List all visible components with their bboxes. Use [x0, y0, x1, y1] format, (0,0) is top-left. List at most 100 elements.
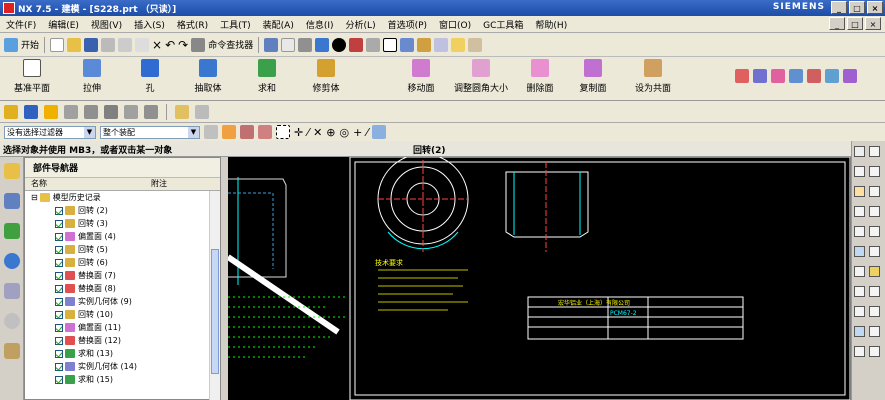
grey-tool-icon[interactable] [64, 104, 78, 119]
visibility-checkbox[interactable] [55, 258, 63, 267]
web-browser-icon[interactable] [3, 253, 20, 269]
assembly-navigator-icon[interactable] [3, 163, 20, 179]
sync-icon[interactable] [807, 69, 821, 83]
trim-body-button[interactable]: 修剪体 [296, 59, 356, 94]
move-face-button[interactable]: 移动面 [391, 59, 451, 94]
tree-root-model-history[interactable]: ⊟ 模型历史记录 [25, 191, 220, 204]
sync-icon[interactable] [735, 69, 749, 83]
render-style-icon[interactable] [298, 37, 313, 52]
grey-tool-icon[interactable] [124, 104, 138, 119]
tree-feature-item[interactable]: 偏置面 (11) [25, 321, 220, 334]
trim-icon[interactable] [854, 266, 865, 277]
column-note[interactable]: 附注 [145, 178, 167, 190]
visibility-checkbox[interactable] [55, 375, 63, 384]
grey-tool-icon[interactable] [144, 104, 158, 119]
visibility-checkbox[interactable] [55, 219, 63, 228]
dimension-icon[interactable] [869, 266, 880, 277]
intersection-snap-icon[interactable]: ✕ [313, 126, 322, 139]
command-finder-button[interactable]: 命令查找器 [208, 38, 253, 51]
menu-help[interactable]: 帮助(H) [529, 18, 573, 31]
grey-tool-icon[interactable] [195, 104, 209, 119]
menu-tools[interactable]: 工具(T) [214, 18, 257, 31]
visibility-checkbox[interactable] [55, 310, 63, 319]
navigator-scrollbar[interactable] [209, 191, 220, 400]
curve-icon[interactable] [44, 104, 58, 119]
grey-tool-icon[interactable] [104, 104, 118, 119]
hole-button[interactable]: 孔 [120, 59, 180, 94]
reuse-library-icon[interactable] [3, 343, 20, 359]
tree-feature-item[interactable]: 回转 (2) [25, 204, 220, 217]
select-face-icon[interactable] [240, 125, 254, 139]
delete-face-button[interactable]: 删除面 [510, 59, 570, 94]
arrow-icon[interactable] [854, 146, 865, 157]
visibility-checkbox[interactable] [55, 245, 63, 254]
snap-icon[interactable] [175, 104, 189, 119]
menu-file[interactable]: 文件(F) [0, 18, 42, 31]
part-icon[interactable] [434, 37, 449, 52]
menu-window[interactable]: 窗口(O) [433, 18, 477, 31]
select-icon[interactable] [264, 37, 279, 52]
point-icon[interactable] [854, 206, 865, 217]
point-on-curve-icon[interactable]: + [353, 126, 362, 139]
part-navigator-icon[interactable] [3, 223, 20, 239]
mirror-icon[interactable] [869, 226, 880, 237]
midpoint-snap-icon[interactable]: ⁄ [307, 126, 309, 139]
scrollbar-thumb[interactable] [211, 249, 219, 374]
clock-icon[interactable] [3, 313, 20, 329]
unite-button[interactable]: 求和 [237, 59, 297, 94]
collapse-icon[interactable]: ⊟ [31, 193, 38, 202]
filter-icon[interactable] [204, 125, 218, 139]
delete-icon[interactable]: × [152, 38, 162, 52]
visibility-checkbox[interactable] [55, 206, 63, 215]
layer-icon[interactable] [869, 306, 880, 317]
visibility-checkbox[interactable] [55, 232, 63, 241]
snap-icon[interactable] [854, 326, 865, 337]
column-name[interactable]: 名称 [25, 178, 145, 190]
sketch-icon[interactable] [451, 37, 466, 52]
grey-tool-icon[interactable] [84, 104, 98, 119]
visibility-checkbox[interactable] [55, 349, 63, 358]
background-icon[interactable] [383, 37, 398, 52]
endpoint-snap-icon[interactable]: ✛ [294, 126, 303, 139]
project-icon[interactable] [869, 246, 880, 257]
tree-feature-item[interactable]: 偏置面 (4) [25, 230, 220, 243]
redo-icon[interactable]: ↷ [178, 38, 188, 52]
extrude-button[interactable]: 拉伸 [62, 59, 122, 94]
tree-feature-item[interactable]: 实例几何体 (14) [25, 360, 220, 373]
wcs-icon[interactable] [417, 37, 432, 52]
rectangle-select-icon[interactable] [276, 125, 290, 139]
offset-icon[interactable] [854, 226, 865, 237]
select-edge-icon[interactable] [258, 125, 272, 139]
line-snap-icon[interactable]: ⁄ [366, 126, 368, 139]
visibility-checkbox[interactable] [55, 271, 63, 280]
fit-view-icon[interactable] [281, 37, 296, 52]
orient-view-icon[interactable] [400, 37, 415, 52]
circle-icon[interactable] [869, 146, 880, 157]
selection-scope-select[interactable]: 整个装配 ▼ [100, 125, 200, 139]
visibility-checkbox[interactable] [55, 284, 63, 293]
snap-settings-icon[interactable] [372, 125, 387, 139]
start-button[interactable]: 开始 [21, 38, 39, 51]
tree-feature-item[interactable]: 回转 (5) [25, 243, 220, 256]
pattern-icon[interactable] [854, 246, 865, 257]
minimize-button[interactable]: _ [831, 1, 847, 14]
paste-icon[interactable] [135, 37, 150, 52]
menu-view[interactable]: 视图(V) [85, 18, 128, 31]
copy-icon[interactable] [854, 346, 865, 357]
grid-icon[interactable] [869, 286, 880, 297]
undo-icon[interactable]: ↶ [165, 38, 175, 52]
menu-preferences[interactable]: 首选项(P) [382, 18, 433, 31]
tree-feature-item[interactable]: 回转 (6) [25, 256, 220, 269]
section-view-icon[interactable] [349, 37, 364, 52]
feature-edit-icon[interactable] [24, 104, 38, 119]
copy-icon[interactable] [118, 37, 133, 52]
sphere-icon[interactable] [332, 37, 347, 52]
menu-edit[interactable]: 编辑(E) [42, 18, 85, 31]
tree-feature-item[interactable]: 回转 (10) [25, 308, 220, 321]
doc-close-button[interactable]: × [865, 17, 881, 30]
tree-feature-item[interactable]: 替换面 (8) [25, 282, 220, 295]
datum-plane-button[interactable]: 基准平面 [2, 59, 62, 94]
tree-feature-item[interactable]: 实例几何体 (9) [25, 295, 220, 308]
sync-icon[interactable] [789, 69, 803, 83]
shaded-cube-icon[interactable] [315, 37, 330, 52]
